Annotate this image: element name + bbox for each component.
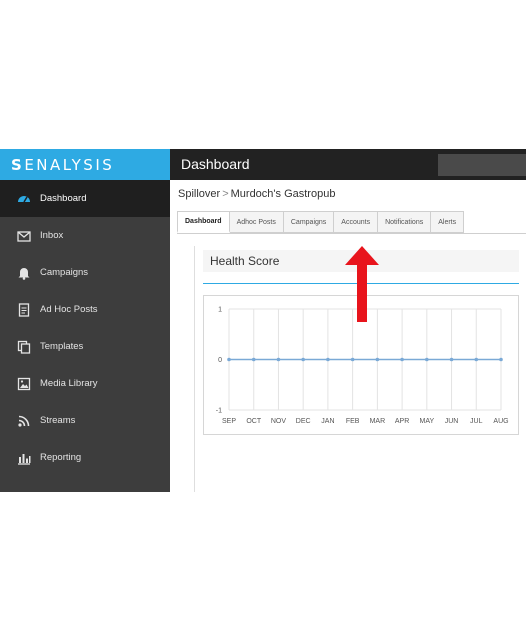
x-tick-label: JUN [445,418,459,425]
x-tick-label: JAN [321,418,334,425]
speedometer-icon [18,195,30,202]
tab-adhoc-posts[interactable]: Adhoc Posts [229,211,284,233]
breadcrumb-current: Murdoch's Gastropub [230,188,336,200]
sidebar-item-label: Media Library [40,378,98,389]
app-window: SENALYSIS Dashboard Inbox Campaigns Ad H… [0,149,526,492]
y-tick-label: -1 [216,408,222,415]
tab-campaigns[interactable]: Campaigns [283,211,335,233]
y-tick-label: 1 [218,307,222,314]
sidebar-item-label: Inbox [40,230,64,241]
sidebar-item-label: Streams [40,415,76,426]
data-point [425,357,429,362]
main-content: Spillover > Murdoch's Gastropub Dashboard … [170,180,526,492]
data-point [227,357,231,362]
page-title: Dashboard [181,156,250,172]
breadcrumb-separator: > [222,188,229,200]
panel-title: Health Score [210,254,280,268]
document-icon [18,302,30,317]
tab-divider [177,233,526,234]
sidebar-item-dashboard[interactable]: Dashboard [0,180,170,217]
top-bar: Dashboard [170,149,526,180]
image-icon [17,377,31,390]
x-tick-label: SEP [222,418,236,425]
x-tick-label: MAR [370,418,386,425]
data-point [326,357,330,362]
data-point [276,357,281,362]
sidebar-item-media-library[interactable]: Media Library [0,365,170,402]
data-point [499,357,503,362]
envelope-icon [17,230,31,242]
sidebar-item-label: Dashboard [40,193,87,204]
tab-alerts[interactable]: Alerts [431,211,465,233]
sidebar-item-label: Reporting [40,452,82,463]
bell-icon [18,267,30,280]
search-input[interactable] [438,154,526,176]
tab-notifications[interactable]: Notifications [378,211,432,233]
data-point [301,357,305,362]
data-point [474,357,479,362]
sidebar-item-campaigns[interactable]: Campaigns [0,254,170,291]
copy-icon [17,340,31,354]
rss-icon [18,415,30,427]
x-tick-label: FEB [346,418,360,425]
data-point [350,357,355,362]
x-tick-label: DEC [296,418,311,425]
data-point [449,357,454,362]
data-point [400,357,404,362]
y-tick-label: 0 [218,357,222,364]
logo-bar: SENALYSIS [0,149,170,180]
tab-bar: Dashboard Adhoc Posts Campaigns Accounts… [177,211,465,233]
annotation-arrow-icon [345,246,379,322]
x-tick-label: APR [395,418,409,425]
x-tick-label: MAY [419,418,434,425]
x-tick-label: AUG [493,418,508,425]
tab-accounts[interactable]: Accounts [334,211,379,233]
data-point [251,357,256,362]
x-tick-label: NOV [271,418,287,425]
sidebar-item-label: Templates [40,341,84,352]
x-tick-label: JUL [470,418,483,425]
sidebar-item-streams[interactable]: Streams [0,402,170,439]
sidebar-item-ad-hoc-posts[interactable]: Ad Hoc Posts [0,291,170,328]
sidebar-item-reporting[interactable]: Reporting [0,439,170,476]
breadcrumb-parent-link[interactable]: Spillover [178,188,220,200]
sidebar-item-templates[interactable]: Templates [0,328,170,365]
sidebar-item-label: Ad Hoc Posts [40,304,98,315]
bar-chart-icon [18,453,31,465]
data-point [375,357,380,362]
sidebar: SENALYSIS Dashboard Inbox Campaigns Ad H… [0,149,170,492]
sidebar-item-label: Campaigns [40,267,89,278]
breadcrumb: Spillover > Murdoch's Gastropub [178,188,335,200]
app-logo[interactable]: SENALYSIS [11,156,114,174]
x-tick-label: OCT [246,418,262,425]
tab-dashboard[interactable]: Dashboard [177,211,230,233]
sidebar-item-inbox[interactable]: Inbox [0,217,170,254]
